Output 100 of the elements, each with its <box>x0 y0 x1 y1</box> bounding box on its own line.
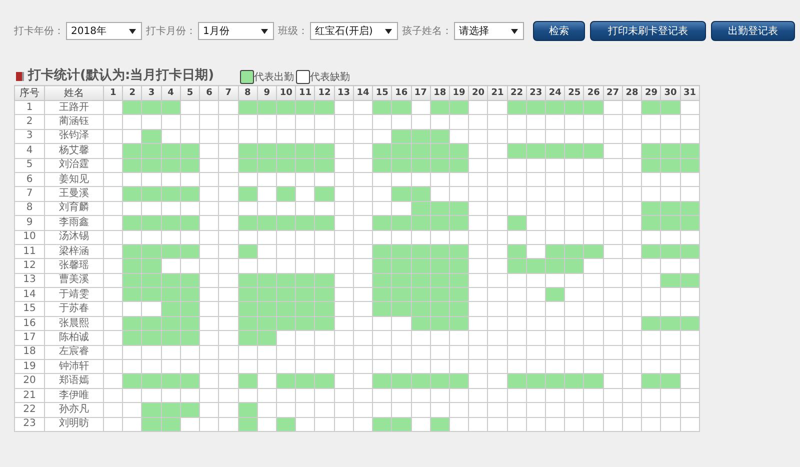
column-header: 7 <box>218 86 238 100</box>
caret-icon <box>129 28 136 34</box>
table-cell: 4 <box>14 144 44 158</box>
table-cell: 9 <box>14 216 44 230</box>
table-cell: 6 <box>14 172 44 187</box>
legend-label: 代表缺勤 <box>310 70 350 84</box>
table-cell: 20 <box>14 374 44 388</box>
column-header: 2 <box>122 86 142 100</box>
column-header: 21 <box>488 86 508 100</box>
caret-icon <box>385 28 392 34</box>
dropdown[interactable]: 红宝石(开启) <box>310 22 398 40</box>
column-header: 11 <box>296 86 315 100</box>
column-header: 15 <box>372 86 392 100</box>
column-header: 26 <box>584 86 604 100</box>
table-cell: 15 <box>14 302 44 316</box>
action-button[interactable]: 出勤登记表 <box>711 21 795 41</box>
table-cell: 左宸睿 <box>44 345 104 360</box>
column-header: 29 <box>642 86 661 100</box>
column-header: 序号 <box>14 86 44 100</box>
column-header: 10 <box>276 86 296 100</box>
table-cell: 刘治霆 <box>44 158 104 172</box>
table-cell: 14 <box>14 288 44 302</box>
table-cell: 11 <box>14 244 44 259</box>
table-cell: 于苏春 <box>44 302 104 316</box>
table-cell: 5 <box>14 158 44 172</box>
legend-swatch <box>296 70 310 84</box>
table-cell: 钟沛轩 <box>44 360 104 374</box>
column-header: 13 <box>334 86 354 100</box>
table-cell: 王路开 <box>44 100 104 115</box>
table-cell: 姜知见 <box>44 172 104 187</box>
table-cell: 19 <box>14 360 44 374</box>
filter-label: 孩子姓名： <box>402 24 452 38</box>
column-header: 姓名 <box>44 86 104 100</box>
table-cell: 22 <box>14 402 44 418</box>
table-cell: 孙亦凡 <box>44 402 104 418</box>
dropdown[interactable]: 2018年 <box>66 22 142 40</box>
table-cell: 于靖雯 <box>44 288 104 302</box>
table-cell: 18 <box>14 345 44 360</box>
column-header: 20 <box>468 86 488 100</box>
column-header: 30 <box>660 86 680 100</box>
table-cell: 3 <box>14 129 44 144</box>
column-header: 31 <box>680 86 700 100</box>
dropdown[interactable]: 请选择 <box>454 22 524 40</box>
table-cell: 10 <box>14 230 44 244</box>
column-header: 6 <box>200 86 219 100</box>
column-header: 28 <box>622 86 642 100</box>
action-button[interactable]: 检索 <box>533 21 585 41</box>
legend-swatch <box>240 70 254 84</box>
column-header: 1 <box>104 86 123 100</box>
column-header: 14 <box>353 86 373 100</box>
table-cell: 13 <box>14 273 44 288</box>
table-cell: 刘育麟 <box>44 201 104 216</box>
table-cell: 2 <box>14 114 44 130</box>
column-header: 8 <box>238 86 258 100</box>
column-header: 5 <box>180 86 200 100</box>
table-cell: 梁梓涵 <box>44 244 104 259</box>
table-cell: 李伊唯 <box>44 388 104 403</box>
section-title: 打卡统计(默认为:当月打卡日期) <box>28 66 214 84</box>
table-cell: 杨艾馨 <box>44 144 104 158</box>
filter-label: 打卡年份： <box>14 24 64 38</box>
caret-icon <box>261 28 268 34</box>
column-header: 16 <box>392 86 411 100</box>
table-cell: 陈柏诚 <box>44 330 104 346</box>
table-cell: 7 <box>14 186 44 202</box>
table-cell: 王曼溪 <box>44 186 104 202</box>
column-header: 4 <box>161 86 180 100</box>
table-cell: 16 <box>14 316 44 331</box>
legend-label: 代表出勤 <box>254 70 294 84</box>
column-header: 9 <box>257 86 276 100</box>
column-header: 23 <box>526 86 546 100</box>
filter-label: 班级： <box>278 24 308 38</box>
column-header: 22 <box>507 86 526 100</box>
dropdown[interactable]: 1月份 <box>198 22 274 40</box>
table-cell: 张馨瑶 <box>44 258 104 274</box>
column-header: 19 <box>449 86 469 100</box>
table-cell: 17 <box>14 330 44 346</box>
table-cell: 蔺涵钰 <box>44 114 104 130</box>
column-header: 12 <box>314 86 334 100</box>
action-button[interactable]: 打印未刷卡登记表 <box>590 21 706 41</box>
section-marker-icon <box>16 72 24 81</box>
column-header: 24 <box>546 86 565 100</box>
table-cell: 李雨鑫 <box>44 216 104 230</box>
table-cell: 张晨熙 <box>44 316 104 331</box>
table-cell: 张钧泽 <box>44 129 104 144</box>
table-cell: 21 <box>14 388 44 403</box>
column-header: 18 <box>430 86 450 100</box>
table-cell: 8 <box>14 201 44 216</box>
column-header: 25 <box>564 86 584 100</box>
table-cell: 23 <box>14 417 44 432</box>
table-cell: 刘明昉 <box>44 417 104 432</box>
column-header: 17 <box>411 86 430 100</box>
filter-label: 打卡月份： <box>146 24 196 38</box>
table-cell: 汤沐锡 <box>44 230 104 244</box>
caret-icon <box>511 28 518 34</box>
table-cell: 1 <box>14 100 44 115</box>
table-cell: 12 <box>14 258 44 274</box>
column-header: 3 <box>142 86 162 100</box>
column-header: 27 <box>603 86 622 100</box>
table-cell: 郑语嫣 <box>44 374 104 388</box>
table-cell: 曹美溪 <box>44 273 104 288</box>
